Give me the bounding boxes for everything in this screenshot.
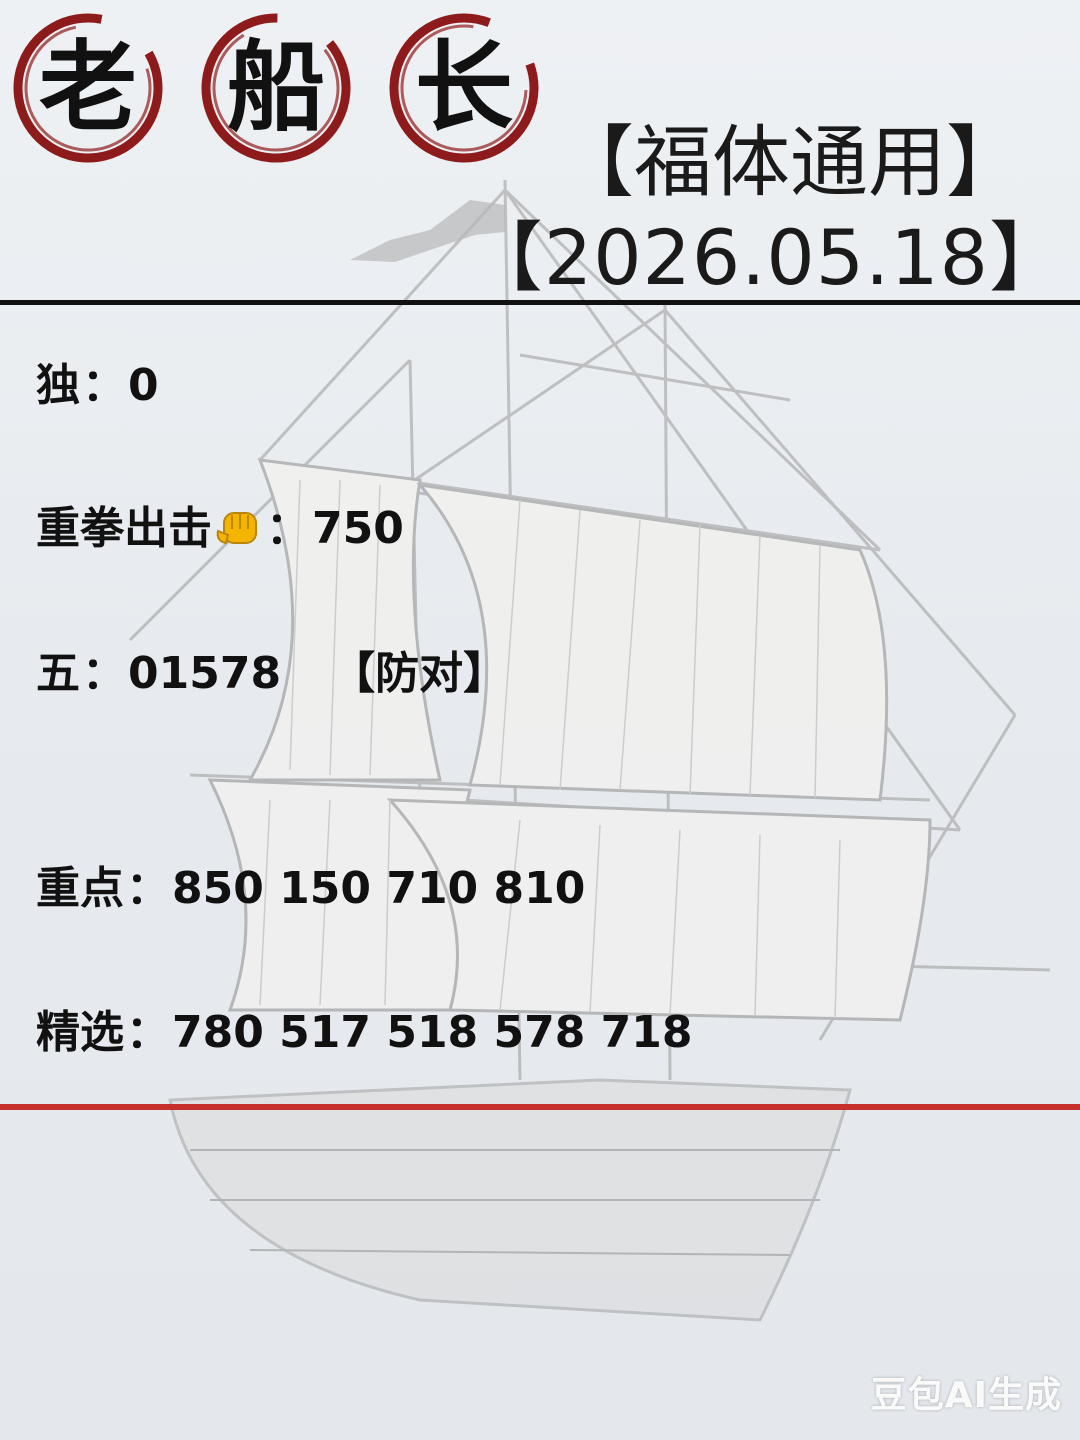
logo-char-text: 长: [414, 30, 513, 145]
row-label: 重拳出击: [36, 503, 212, 554]
row-zhongquan: 重拳出击 ：750: [36, 501, 404, 563]
logo-char-2: 船: [196, 8, 356, 168]
row-value: 750: [312, 503, 404, 554]
top-divider: [0, 300, 1080, 305]
row-label: 五: [36, 648, 80, 699]
row-separator: ：: [266, 503, 310, 554]
row-value: 01578: [128, 648, 282, 699]
row-label: 精选: [36, 1007, 124, 1058]
logo-char-text: 老: [38, 30, 137, 145]
logo-char-text: 船: [226, 30, 325, 145]
row-du: 独：0: [36, 358, 159, 414]
row-value: 850 150 710 810: [172, 863, 586, 914]
row-separator: ：: [126, 1007, 170, 1058]
row-zhongdian: 重点：850 150 710 810: [36, 861, 585, 917]
fist-icon: [214, 507, 260, 563]
row-separator: ：: [82, 360, 126, 411]
row-wu: 五：01578 【防对】: [36, 646, 507, 702]
header-date: 【2026.05.18】: [466, 213, 1066, 302]
header-category: 【福体通用】: [555, 118, 1024, 208]
row-value: 0: [128, 360, 159, 411]
row-jingxuan: 精选：780 517 518 578 718: [36, 1005, 693, 1061]
bottom-divider: [0, 1104, 1080, 1110]
row-value: 780 517 518 578 718: [172, 1007, 693, 1058]
ai-watermark: 豆包AI生成: [870, 1375, 1062, 1416]
row-separator: ：: [82, 648, 126, 699]
row-label: 重点: [36, 863, 124, 914]
row-note: 【防对】: [331, 648, 508, 699]
row-label: 独: [36, 360, 80, 411]
brand-logo: 老 船 长: [8, 8, 568, 168]
row-separator: ：: [126, 863, 170, 914]
logo-char-3: 长: [384, 8, 544, 168]
logo-char-1: 老: [8, 8, 168, 168]
